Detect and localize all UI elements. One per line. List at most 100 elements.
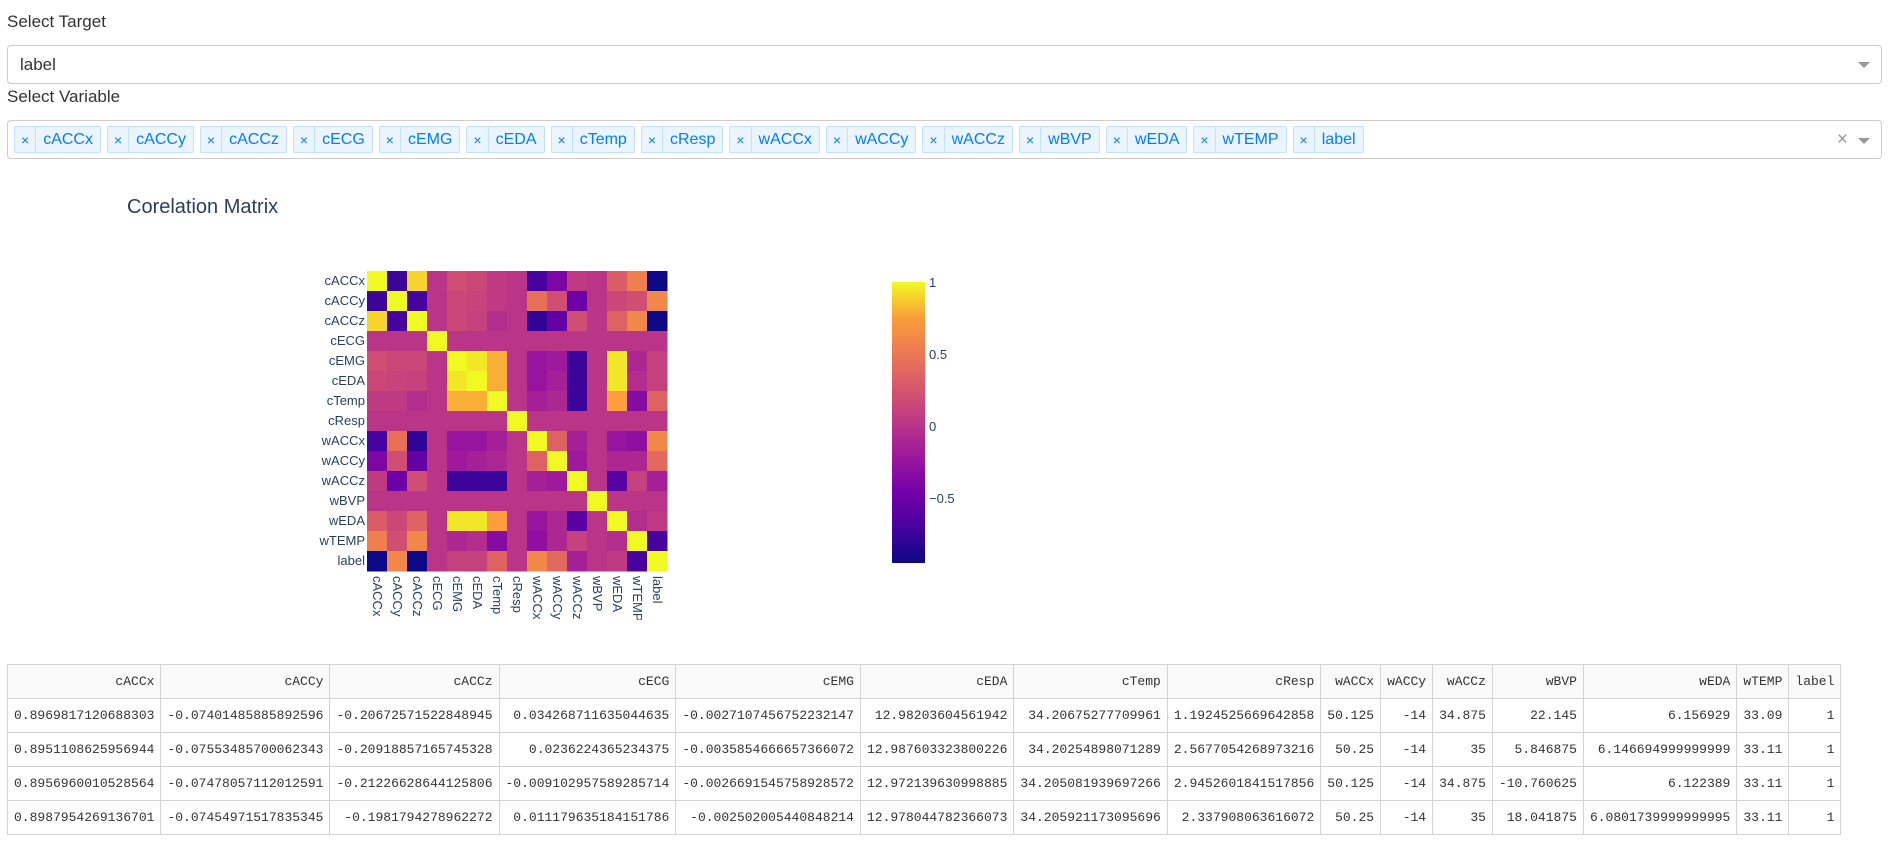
chart-title: Corelation Matrix — [127, 196, 279, 218]
table-cell: 1 — [1788, 732, 1842, 767]
column-header[interactable]: cECG — [498, 664, 677, 699]
column-header[interactable]: wBVP — [1491, 664, 1584, 699]
heatmap-cell — [467, 491, 488, 512]
remove-tag-icon[interactable]: × — [923, 127, 945, 152]
column-header[interactable]: cACCz — [329, 664, 500, 699]
heatmap-cell — [607, 291, 628, 312]
remove-tag-icon[interactable]: × — [552, 127, 573, 152]
variable-tag[interactable]: × cECG — [292, 126, 373, 153]
tag-label: cECG — [322, 130, 365, 148]
variable-tag[interactable]: × cACCx — [14, 126, 101, 153]
table-cell: -0.07401485885892596 — [160, 698, 331, 733]
tag-label: cACCx — [43, 130, 93, 148]
heatmap-cell — [387, 391, 408, 412]
tag-label: cACCz — [229, 130, 279, 148]
heatmap-cell — [427, 491, 448, 512]
heatmap-cell — [487, 371, 508, 392]
column-header[interactable]: cEMG — [675, 664, 861, 699]
y-tick-label: cACCz — [325, 313, 365, 328]
heatmap-cell — [467, 311, 488, 332]
column-header[interactable]: cEDA — [859, 664, 1015, 699]
heatmap-cell — [627, 531, 648, 552]
column-header[interactable]: cACCy — [160, 664, 331, 699]
tag-label: wACCy — [855, 130, 909, 148]
variable-tag[interactable]: × cEDA — [466, 126, 545, 153]
remove-tag-icon[interactable]: × — [1020, 127, 1042, 152]
variable-tag[interactable]: × wACCy — [825, 126, 917, 153]
column-header[interactable]: wTEMP — [1736, 664, 1790, 699]
column-header[interactable]: wACCx — [1320, 664, 1382, 699]
heatmap-cell — [567, 491, 588, 512]
variable-tag[interactable]: × wBVP — [1018, 126, 1100, 153]
column-header[interactable]: cResp — [1166, 664, 1322, 699]
remove-tag-icon[interactable]: × — [730, 127, 752, 152]
heatmap-cell — [627, 451, 648, 472]
table-cell: 0.8951108625956944 — [6, 732, 162, 767]
heatmap-cell — [507, 451, 528, 472]
variable-tag[interactable]: × wEDA — [1105, 126, 1188, 153]
variable-multiselect[interactable]: × cACCx × cACCy × cACCz × cECG × cEMG × cEDA × cTemp ×… — [7, 120, 1882, 159]
heatmap-cell — [487, 451, 508, 472]
heatmap-cell — [647, 551, 668, 572]
table-cell: 33.09 — [1736, 698, 1790, 733]
table-cell: 33.11 — [1736, 732, 1790, 767]
heatmap-cell — [427, 371, 448, 392]
tag-label: label — [1321, 130, 1356, 148]
variable-tag[interactable]: × wTEMP — [1193, 126, 1287, 153]
column-header[interactable]: cTemp — [1013, 664, 1168, 699]
heatmap-cell — [427, 551, 448, 572]
heatmap-cell — [547, 371, 568, 392]
heatmap-cell — [547, 431, 568, 452]
heatmap-cell — [467, 431, 488, 452]
variable-tag[interactable]: × cTemp — [550, 126, 635, 153]
column-header[interactable]: label — [1788, 664, 1842, 699]
chevron-down-icon[interactable] — [1858, 62, 1870, 68]
heatmap-cell — [607, 471, 628, 492]
target-select[interactable]: label — [7, 45, 1882, 84]
remove-tag-icon[interactable]: × — [1294, 127, 1315, 152]
column-header[interactable]: wACCy — [1380, 664, 1434, 699]
tag-label: wBVP — [1048, 130, 1092, 148]
remove-tag-icon[interactable]: × — [380, 127, 401, 152]
heatmap-cell — [527, 291, 548, 312]
heatmap-cell — [587, 431, 608, 452]
heatmap-cell — [367, 471, 388, 492]
correlation-heatmap[interactable]: cACCx cACCy cACCz cECG cEMG cEDA cTemp cResp wAC… — [300, 260, 1300, 620]
variable-tag[interactable]: × wACCx — [729, 126, 820, 153]
remove-tag-icon[interactable]: × — [827, 127, 849, 152]
remove-tag-icon[interactable]: × — [294, 127, 316, 152]
x-tick-label: cACCz — [410, 576, 425, 616]
variable-tag[interactable]: × cEMG — [378, 126, 461, 153]
x-tick-label: wACCy — [550, 575, 565, 620]
clear-all-icon[interactable]: × — [1837, 129, 1848, 151]
heatmap-cell — [387, 291, 408, 312]
variable-tag[interactable]: × cACCz — [199, 126, 287, 153]
heatmap-cell — [647, 391, 668, 412]
heatmap-cell — [587, 551, 608, 572]
variable-tag[interactable]: × cACCy — [106, 126, 194, 153]
remove-tag-icon[interactable]: × — [467, 127, 489, 152]
variable-tag[interactable]: × cResp — [640, 126, 724, 153]
variable-tag[interactable]: × wACCz — [922, 126, 1013, 153]
table-cell: 6.146694999999999 — [1582, 732, 1738, 767]
heatmap-cell — [527, 411, 548, 432]
remove-tag-icon[interactable]: × — [15, 127, 37, 152]
heatmap-cell — [607, 351, 628, 372]
remove-tag-icon[interactable]: × — [108, 127, 130, 152]
variable-tag[interactable]: × label — [1292, 126, 1364, 153]
y-tick-label: wBVP — [329, 493, 365, 508]
column-header[interactable]: cACCx — [6, 664, 162, 699]
column-header[interactable]: wEDA — [1582, 664, 1738, 699]
tag-label: wEDA — [1134, 130, 1180, 148]
heatmap-cell — [487, 551, 508, 572]
remove-tag-icon[interactable]: × — [642, 127, 663, 152]
heatmap-cell — [467, 451, 488, 472]
remove-tag-icon[interactable]: × — [1107, 127, 1128, 152]
heatmap-cell — [507, 311, 528, 332]
heatmap-cell — [487, 471, 508, 492]
chevron-down-icon[interactable] — [1858, 138, 1870, 144]
column-header[interactable]: wACCz — [1432, 664, 1493, 699]
remove-tag-icon[interactable]: × — [201, 127, 223, 152]
remove-tag-icon[interactable]: × — [1194, 127, 1216, 152]
table-cell: -0.21226628644125806 — [329, 766, 500, 801]
